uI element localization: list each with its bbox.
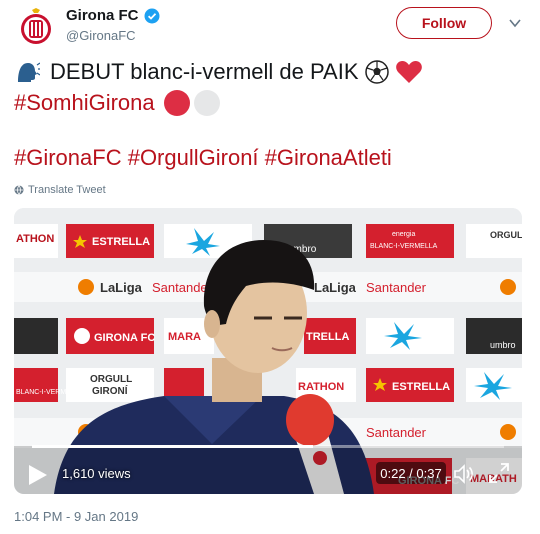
orgull-text-1: ORGULL <box>490 230 522 240</box>
marathon-text: RATHON <box>298 381 344 393</box>
play-icon[interactable] <box>24 462 50 488</box>
display-name-row: Girona FC <box>66 7 160 24</box>
video-view-count: 1,610 views <box>62 466 131 481</box>
video-progress-bar[interactable] <box>32 445 504 448</box>
girona-crest-avatar[interactable] <box>18 8 54 46</box>
video-player[interactable]: ATHON ESTRELLA umbro energia BLANC-I-VER… <box>14 208 522 494</box>
tweet-line-1: DEBUT blanc-i-vermell de PAIK <box>14 56 526 87</box>
tweet-line-2: #SomhiGirona <box>14 87 526 118</box>
santander-text-1: Santander <box>152 280 213 295</box>
blanc-vermella-text-1: BLANC-I-VERMELLA <box>370 243 438 250</box>
athon-board: ATHON <box>16 233 54 245</box>
video-controls: 1,610 views 0:22 / 0:37 <box>14 454 522 494</box>
laliga-text-2: LaLiga <box>314 280 357 295</box>
santander-text-3: Santander <box>366 425 427 440</box>
translate-tweet-link[interactable]: Translate Tweet <box>14 184 106 196</box>
tweet-timestamp[interactable]: 1:04 PM - 9 Jan 2019 <box>14 509 138 524</box>
gironi-text: GIRONÍ <box>92 384 128 397</box>
fullscreen-icon[interactable] <box>488 462 510 484</box>
mara-text: MARA <box>168 331 201 343</box>
estrella-text-2: ESTRELLA <box>392 381 450 393</box>
estrella-text-1: ESTRELLA <box>92 236 150 248</box>
red-heart-icon <box>395 60 422 83</box>
orgull-text-2: ORGULL <box>90 374 132 385</box>
user-name-block: Girona FC @GironaFC <box>66 7 160 43</box>
video-progress-fill <box>32 445 313 448</box>
laliga-text-1: LaLiga <box>100 280 143 295</box>
verified-badge-icon <box>144 8 160 23</box>
tweet-line-3: #GironaFC #OrgullGironí #GironaAtleti <box>14 142 526 173</box>
globe-icon <box>14 185 24 195</box>
energia-text: energia <box>392 231 415 238</box>
red-circle-icon <box>163 89 190 116</box>
trella-text: TRELLA <box>306 331 349 343</box>
debut-text: DEBUT blanc-i-vermell de PAIK <box>50 59 359 84</box>
tweet-header: Girona FC @GironaFC Follow <box>14 4 526 48</box>
video-frame: ATHON ESTRELLA umbro energia BLANC-I-VER… <box>14 208 522 494</box>
user-handle[interactable]: @GironaFC <box>66 28 160 43</box>
hashtag-group[interactable]: #GironaFC #OrgullGironí #GironaAtleti <box>14 142 392 173</box>
speaking-head-icon <box>18 62 40 82</box>
girona-fc-board-1: GIRONA FC <box>94 332 155 344</box>
display-name[interactable]: Girona FC <box>66 7 139 24</box>
follow-button[interactable]: Follow <box>396 7 492 39</box>
volume-icon[interactable] <box>452 462 476 486</box>
white-circle-icon <box>193 89 220 116</box>
video-time: 0:22 / 0:37 <box>376 462 446 484</box>
tweet-body: DEBUT blanc-i-vermell de PAIK #SomhiGiro… <box>14 56 526 173</box>
santander-text-2: Santander <box>366 280 427 295</box>
translate-label: Translate Tweet <box>28 184 106 196</box>
soccer-ball-icon <box>364 59 389 84</box>
umbro-text-2: umbro <box>490 340 516 350</box>
hashtag-somhigirona[interactable]: #SomhiGirona <box>14 87 155 118</box>
chevron-down-icon[interactable] <box>508 16 522 30</box>
